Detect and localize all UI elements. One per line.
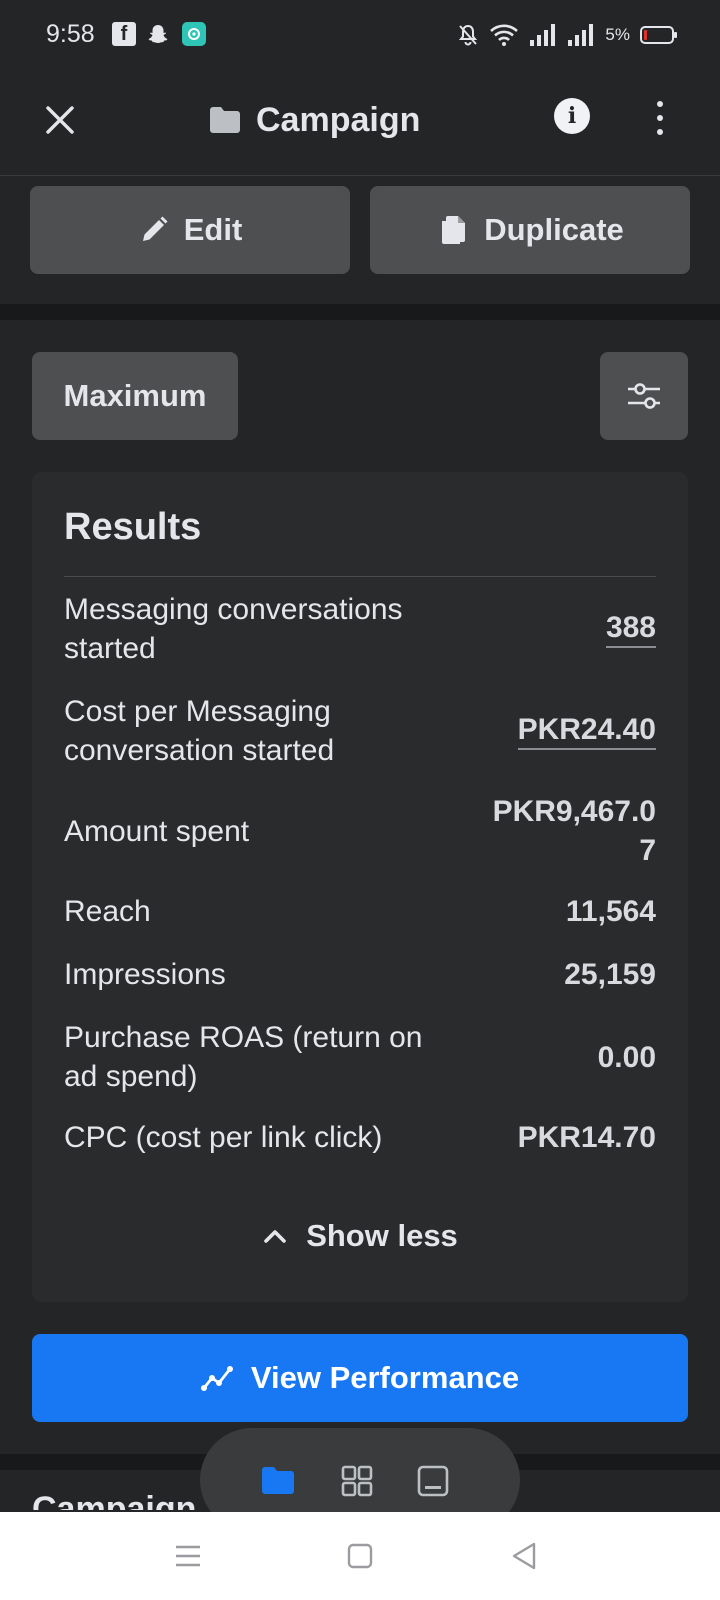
chevron-up-icon (264, 1230, 286, 1243)
metric-row: Purchase ROAS (return on ad spend) 0.00 (64, 1018, 656, 1096)
metric-label: Amount spent (64, 814, 250, 848)
metric-row: Messaging conversations started 388 (64, 590, 656, 668)
app-icon (182, 22, 206, 46)
action-row: Edit Duplicate (30, 186, 690, 274)
metric-value: PKR9,467.07 (492, 795, 656, 867)
metric-value[interactable]: 388 (605, 610, 656, 648)
metric-label: Reach (64, 895, 151, 928)
metric-row: Impressions 25,159 (64, 955, 656, 994)
wifi-icon (490, 24, 519, 46)
show-less-label: Show less (306, 1218, 458, 1253)
folder-icon (210, 107, 240, 133)
facebook-icon: f (112, 22, 136, 46)
metric-row: Reach 11,564 (64, 892, 656, 931)
trend-icon (200, 1366, 233, 1391)
signal-icon (530, 24, 556, 46)
home-icon[interactable] (344, 1540, 376, 1572)
section-divider (0, 304, 720, 320)
metric-value: 0.00 (597, 1040, 656, 1074)
close-icon[interactable] (40, 100, 80, 140)
results-title: Results (64, 506, 202, 548)
system-nav-bar (0, 1512, 720, 1600)
status-time: 9:58 (46, 20, 95, 48)
grid-icon[interactable] (340, 1464, 376, 1498)
screen: 9:58 f 5% Campaign i Edit Duplicate Maxi… (0, 0, 720, 1600)
metric-row: CPC (cost per link click) PKR14.70 (64, 1118, 656, 1157)
folder-icon[interactable] (260, 1464, 296, 1498)
metric-label: CPC (cost per link click) (64, 1121, 383, 1154)
more-icon[interactable] (646, 98, 674, 138)
metric-label: Messaging conversations started (64, 593, 403, 665)
results-card: Results Messaging conversations started … (32, 472, 688, 1302)
view-performance-button[interactable]: View Performance (32, 1334, 688, 1422)
duplicate-label: Duplicate (484, 212, 624, 247)
metric-row: Cost per Messaging conversation started … (64, 692, 656, 770)
duplicate-button[interactable]: Duplicate (370, 186, 690, 274)
ad-preview-icon[interactable] (416, 1464, 452, 1498)
show-less-button[interactable]: Show less (32, 1208, 688, 1264)
edit-label: Edit (183, 212, 243, 247)
next-section-title: Campaign (32, 1490, 197, 1510)
metric-value: 11,564 (565, 895, 656, 928)
status-right-cluster: 5% (457, 18, 677, 52)
metric-label: Purchase ROAS (return on ad spend) (64, 1021, 423, 1093)
duplicate-icon (442, 216, 466, 244)
pencil-icon (142, 216, 168, 241)
top-bar: Campaign i (0, 72, 720, 176)
status-bar: 9:58 f 5% (0, 0, 720, 72)
view-performance-label: View Performance (250, 1360, 520, 1395)
sliders-icon (628, 383, 660, 409)
date-range-button[interactable]: Maximum (32, 352, 238, 440)
edit-button[interactable]: Edit (30, 186, 350, 274)
metric-row: Amount spent PKR9,467.07 (64, 792, 656, 870)
filter-settings-button[interactable] (600, 352, 688, 440)
metric-value: PKR14.70 (517, 1121, 656, 1154)
results-divider (64, 576, 656, 577)
battery-percent: 5% (605, 25, 630, 44)
signal-icon (568, 24, 594, 46)
metric-value[interactable]: PKR24.40 (517, 712, 656, 750)
page-title: Campaign (256, 100, 421, 139)
back-icon[interactable] (508, 1540, 540, 1572)
metric-value: 25,159 (564, 958, 656, 991)
snapchat-icon (146, 22, 170, 46)
battery-icon (640, 26, 677, 44)
page-title-group: Campaign (208, 94, 420, 146)
metric-label: Impressions (64, 958, 226, 991)
info-icon[interactable]: i (554, 98, 590, 134)
metric-label: Cost per Messaging conversation started (64, 695, 335, 767)
menu-icon[interactable] (172, 1540, 204, 1572)
silent-bell-icon (459, 24, 478, 46)
